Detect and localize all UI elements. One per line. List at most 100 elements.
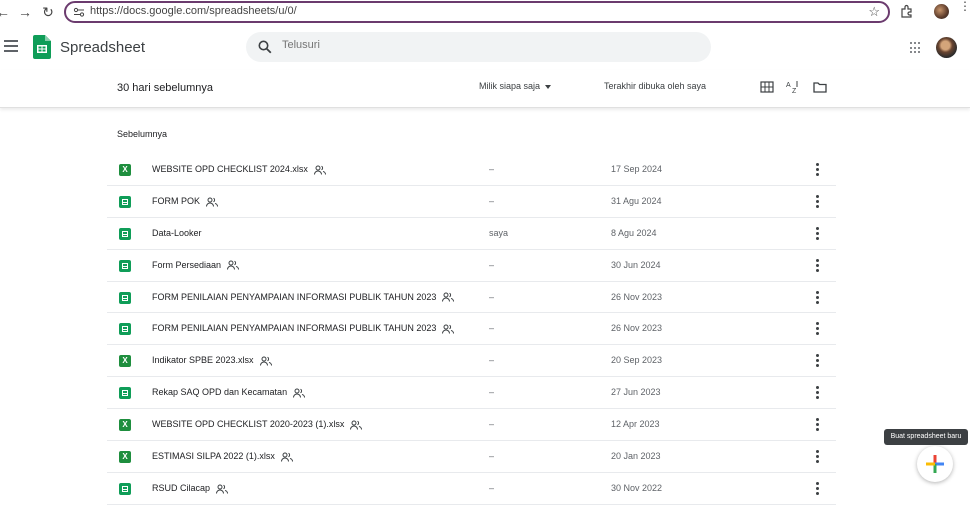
- shared-icon: [280, 452, 293, 462]
- file-name[interactable]: RSUD Cilacap: [152, 483, 229, 494]
- shared-icon: [350, 420, 363, 430]
- main-menu-icon[interactable]: [4, 40, 18, 52]
- forward-icon[interactable]: →: [16, 3, 34, 21]
- file-name[interactable]: WEBSITE OPD CHECKLIST 2020-2023 (1).xlsx: [152, 419, 363, 430]
- file-owner: –: [489, 259, 495, 270]
- file-row[interactable]: X WEBSITE OPD CHECKLIST 2024.xlsx – 17 Sep …: [107, 154, 836, 186]
- file-name[interactable]: FORM POK: [152, 196, 219, 207]
- section-title: 30 hari sebelumnya: [117, 82, 214, 94]
- search-box[interactable]: [246, 32, 711, 62]
- file-owner: –: [489, 164, 495, 174]
- file-name[interactable]: Form Persediaan: [152, 260, 240, 271]
- site-settings-icon[interactable]: [73, 6, 85, 18]
- reload-icon[interactable]: ↻: [39, 3, 57, 21]
- url-text[interactable]: https://docs.google.com/spreadsheets/u/0…: [90, 5, 297, 17]
- fab-tooltip: Buat spreadsheet baru: [884, 429, 968, 445]
- sheets-file-icon: [119, 482, 131, 495]
- file-owner: –: [489, 355, 495, 366]
- search-icon[interactable]: [258, 40, 272, 54]
- file-name[interactable]: FORM PENILAIAN PENYAMPAIAN INFORMASI PUB…: [152, 323, 455, 334]
- address-bar[interactable]: https://docs.google.com/spreadsheets/u/0…: [64, 1, 890, 23]
- file-list: X WEBSITE OPD CHECKLIST 2024.xlsx – 17 Sep …: [107, 154, 836, 505]
- file-name[interactable]: Rekap SAQ OPD dan Kecamatan: [152, 387, 306, 398]
- more-options-icon[interactable]: [815, 194, 819, 208]
- file-date: 27 Jun 2023: [611, 387, 661, 398]
- new-spreadsheet-button[interactable]: [917, 446, 953, 482]
- file-row[interactable]: Form Persediaan – 30 Jun 2024: [107, 250, 836, 282]
- browser-menu-icon[interactable]: ⋮: [959, 0, 970, 12]
- file-row[interactable]: FORM POK – 31 Agu 2024: [107, 186, 836, 218]
- excel-file-icon: X: [119, 355, 131, 368]
- file-row[interactable]: Data-Looker saya 8 Agu 2024: [107, 218, 836, 250]
- google-apps-icon[interactable]: [910, 42, 922, 54]
- more-options-icon[interactable]: [815, 386, 819, 400]
- file-name[interactable]: ESTIMASI SILPA 2022 (1).xlsx: [152, 451, 293, 462]
- group-label: Sebelumnya: [117, 129, 168, 139]
- shared-icon: [206, 197, 219, 207]
- more-options-icon[interactable]: [815, 450, 819, 464]
- app-title[interactable]: Spreadsheet: [60, 39, 145, 56]
- app-header: Spreadsheet: [0, 25, 970, 70]
- svg-text:Z: Z: [792, 88, 797, 94]
- file-owner: saya: [489, 227, 509, 238]
- sheets-file-icon: [119, 387, 131, 400]
- sheets-file-icon: [119, 195, 131, 208]
- sort-by-button[interactable]: Terakhir dibuka oleh saya: [604, 81, 706, 91]
- file-row[interactable]: RSUD Cilacap – 30 Nov 2022: [107, 473, 836, 505]
- file-owner: –: [489, 451, 495, 462]
- file-owner: –: [489, 482, 495, 493]
- file-owner: –: [489, 195, 495, 206]
- sheets-file-icon: [119, 323, 131, 336]
- owner-filter-dropdown[interactable]: Milik siapa saja: [479, 81, 552, 91]
- shared-icon: [259, 356, 272, 366]
- more-options-icon[interactable]: [815, 226, 819, 240]
- file-date: 20 Sep 2023: [611, 355, 663, 366]
- more-options-icon[interactable]: [815, 418, 819, 432]
- shared-icon: [293, 388, 306, 398]
- file-owner: –: [489, 291, 495, 302]
- folder-icon[interactable]: [813, 80, 827, 94]
- more-options-icon[interactable]: [815, 322, 819, 336]
- extensions-icon[interactable]: [900, 4, 914, 18]
- file-owner: –: [489, 387, 495, 398]
- grid-view-icon[interactable]: [760, 80, 774, 94]
- file-date: 26 Nov 2023: [611, 291, 663, 302]
- file-date: 30 Nov 2022: [611, 482, 663, 493]
- sheets-file-icon: [119, 291, 131, 304]
- file-row[interactable]: X WEBSITE OPD CHECKLIST 2020-2023 (1).xls…: [107, 409, 836, 442]
- more-options-icon[interactable]: [815, 258, 819, 272]
- file-name[interactable]: Data-Looker: [152, 228, 202, 238]
- account-avatar[interactable]: [936, 37, 957, 58]
- file-date: 26 Nov 2023: [611, 323, 663, 334]
- shared-icon: [216, 484, 229, 494]
- file-owner: –: [489, 419, 495, 430]
- excel-file-icon: X: [119, 164, 131, 176]
- file-name[interactable]: WEBSITE OPD CHECKLIST 2024.xlsx: [152, 164, 326, 175]
- file-date: 17 Sep 2024: [611, 164, 663, 174]
- more-options-icon[interactable]: [815, 354, 819, 368]
- file-owner: –: [489, 323, 495, 334]
- file-name[interactable]: Indikator SPBE 2023.xlsx: [152, 355, 272, 366]
- file-date: 12 Apr 2023: [611, 419, 660, 430]
- file-row[interactable]: X ESTIMASI SILPA 2022 (1).xlsx – 20 Jan 202…: [107, 441, 836, 473]
- search-input[interactable]: [282, 39, 682, 51]
- file-name[interactable]: FORM PENILAIAN PENYAMPAIAN INFORMASI PUB…: [152, 292, 455, 303]
- more-options-icon[interactable]: [815, 481, 819, 495]
- svg-text:A: A: [786, 82, 791, 89]
- sheets-logo-icon[interactable]: [33, 35, 51, 59]
- plus-icon: [926, 455, 944, 473]
- more-options-icon[interactable]: [815, 290, 819, 304]
- file-row[interactable]: X Indikator SPBE 2023.xlsx – 20 Sep 2023: [107, 345, 836, 378]
- file-row[interactable]: FORM PENILAIAN PENYAMPAIAN INFORMASI PUB…: [107, 313, 836, 346]
- sheets-file-icon: [119, 259, 131, 272]
- more-options-icon[interactable]: [815, 163, 819, 176]
- shared-icon: [227, 260, 240, 270]
- sort-az-icon[interactable]: A Z: [786, 80, 800, 94]
- back-icon[interactable]: ←: [0, 3, 12, 21]
- shared-icon: [313, 165, 326, 175]
- shared-icon: [442, 324, 455, 334]
- browser-profile-avatar[interactable]: [934, 4, 949, 19]
- file-row[interactable]: Rekap SAQ OPD dan Kecamatan – 27 Jun 2023: [107, 377, 836, 410]
- bookmark-star-icon[interactable]: ☆: [868, 4, 880, 20]
- file-row[interactable]: FORM PENILAIAN PENYAMPAIAN INFORMASI PUB…: [107, 282, 836, 314]
